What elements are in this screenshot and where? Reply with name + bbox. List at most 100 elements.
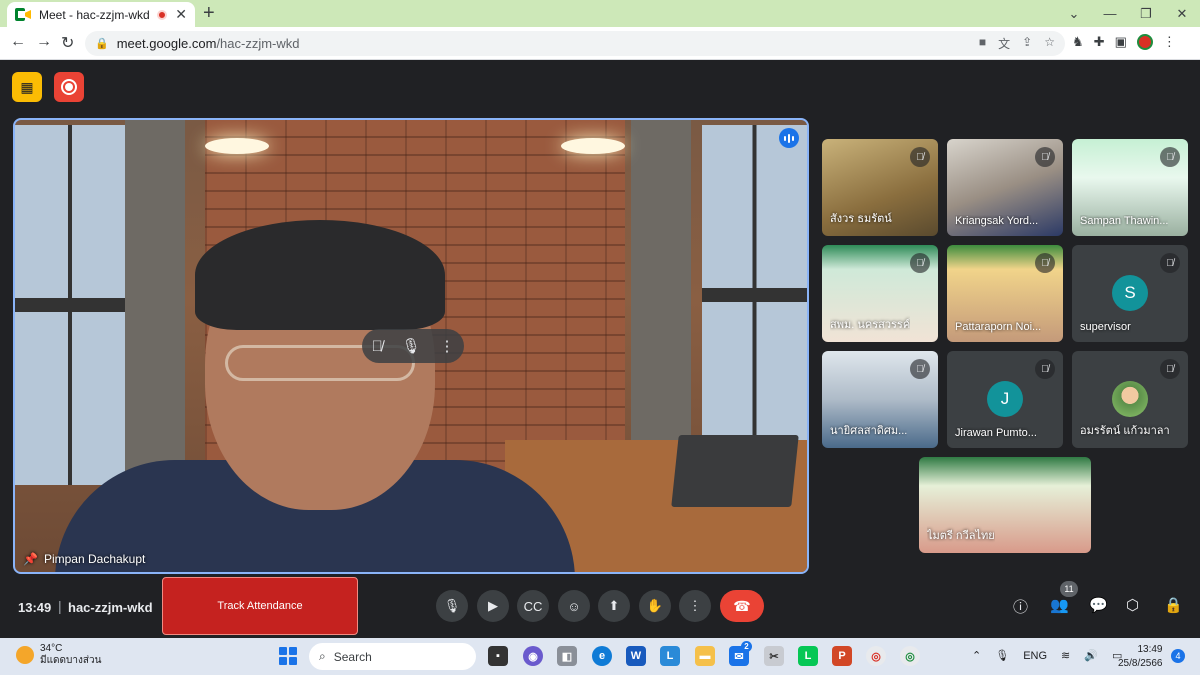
mic-icon[interactable]: 🎙 <box>402 337 421 355</box>
participant-tile[interactable]: 🎙̸ S supervisor <box>1072 245 1188 342</box>
people-icon[interactable]: 👥 <box>1050 596 1069 614</box>
taskbar-search[interactable]: ⌕ Search <box>309 643 476 670</box>
search-icon: ⌕ <box>319 649 326 663</box>
recording-indicator[interactable] <box>54 72 84 102</box>
translate-icon[interactable]: 文 <box>998 35 1010 52</box>
record-dot-icon <box>157 9 168 20</box>
snipping-icon[interactable]: ✂ <box>764 646 784 666</box>
line-icon[interactable]: L <box>798 646 818 666</box>
chrome-icon[interactable]: ◎ <box>866 646 886 666</box>
hand-icon: ✋ <box>646 598 664 613</box>
puzzle-icon[interactable]: ✚ <box>1094 34 1105 50</box>
windows-start-icon[interactable] <box>279 647 297 665</box>
more-icon[interactable]: ⋮ <box>440 337 455 355</box>
extension-icon[interactable]: ♞ <box>1072 34 1084 50</box>
tab-search-icon[interactable]: ⌄ <box>1056 6 1092 22</box>
word-icon[interactable]: W <box>626 646 646 666</box>
host-controls-icon[interactable]: 🔒 <box>1164 596 1183 614</box>
participant-tile[interactable]: 🎙̸ สพม. นครสวรรค์ <box>822 245 938 342</box>
weather-widget[interactable]: 34°C มีแดดบางส่วน <box>16 643 101 667</box>
participant-tile[interactable]: 🎙̸ Sampan Thawin... <box>1072 139 1188 236</box>
mic-off-icon[interactable]: 🎙̸ <box>371 338 382 355</box>
participant-tile[interactable]: 🎙̸ สังวร ธมรัตน์ <box>822 139 938 236</box>
participant-tile[interactable]: ไมตรี กวีลไทย <box>919 457 1091 553</box>
taskbar-clock[interactable]: 13:49 25/8/2566 <box>1118 643 1163 671</box>
task-view-icon[interactable]: ▪ <box>488 646 508 666</box>
meeting-controls-bar: 13:49 | hac-zzjm-wkd Track Attendance 🎙 … <box>0 574 1200 638</box>
plus-icon[interactable]: + <box>203 2 215 25</box>
weather-desc: มีแดดบางส่วน <box>40 655 102 666</box>
window-controls: ⌄ — ❐ ✕ <box>1056 0 1200 27</box>
recording-icon <box>61 79 77 95</box>
volume-icon[interactable]: 🔊 <box>1084 649 1098 662</box>
present-button[interactable]: ⬆ <box>598 590 630 622</box>
mic-off-icon: 🎙̸ <box>910 147 930 167</box>
window-close-icon[interactable]: ✕ <box>1164 6 1200 22</box>
chevron-up-icon[interactable]: ⌃ <box>972 649 981 662</box>
mic-off-icon: 🎙̸ <box>1035 359 1055 379</box>
pin-icon[interactable]: 📌 <box>23 552 38 566</box>
share-icon[interactable]: ⇪ <box>1022 35 1032 52</box>
main-speaker-name: 📌 Pimpan Dachakupt <box>23 552 146 566</box>
notification-badge[interactable]: 4 <box>1171 649 1185 663</box>
folder-icon[interactable]: ▬ <box>695 646 715 666</box>
video-lamp <box>205 138 269 154</box>
url-host: meet.google.com <box>116 36 217 51</box>
edge-icon[interactable]: e <box>592 646 612 666</box>
restore-icon[interactable]: ❐ <box>1128 6 1164 22</box>
mail-badge: 2 <box>741 641 752 652</box>
camera-off-indicator[interactable]: ▦ <box>12 72 42 102</box>
video-lamp <box>561 138 625 154</box>
star-icon[interactable]: ☆ <box>1044 35 1055 52</box>
url-path: /hac-zzjm-wkd <box>216 36 300 51</box>
camera-icon[interactable]: ■ <box>979 35 986 52</box>
more-icon[interactable]: ⋮ <box>1163 34 1176 50</box>
info-icon[interactable]: ⓘ <box>1013 596 1028 617</box>
participant-tile[interactable]: 🎙̸ Kriangsak Yord... <box>947 139 1063 236</box>
address-bar[interactable]: 🔒 meet.google.com/hac-zzjm-wkd ■ 文 ⇪ ☆ <box>85 31 1065 56</box>
tab-title: Meet - hac-zzjm-wkd <box>39 7 150 22</box>
tile-controls: 🎙̸ 🎙 ⋮ <box>362 329 464 363</box>
back-icon[interactable]: ← <box>10 33 26 51</box>
raise-hand-button[interactable]: ✋ <box>639 590 671 622</box>
app-icon[interactable]: ◧ <box>557 646 577 666</box>
captions-icon: CC <box>523 598 543 614</box>
emoji-button[interactable]: ☺ <box>558 590 590 622</box>
more-options-button[interactable]: ⋮ <box>679 590 711 622</box>
reload-icon[interactable]: ↻ <box>61 33 74 53</box>
chrome-profile-icon[interactable]: ◎ <box>900 646 920 666</box>
close-icon[interactable]: ✕ <box>175 6 187 23</box>
weather-icon <box>16 646 34 664</box>
captions-button[interactable]: CC <box>517 590 549 622</box>
activities-icon[interactable]: ⬡ <box>1126 596 1139 614</box>
lock-icon[interactable]: 🔒 <box>95 37 109 50</box>
sidepanel-icon[interactable]: ▣ <box>1115 34 1127 50</box>
participant-tile[interactable]: 🎙̸ นายิศลสาดิศม... <box>822 351 938 448</box>
meet-stage: ▦ 🎙̸ 🎙 ⋮ 📌 Pimpan Dachakupt 🎙̸ สังวร ธมร… <box>0 61 1200 638</box>
minimize-icon[interactable]: — <box>1092 6 1128 21</box>
end-call-button[interactable]: ☎ <box>720 590 764 622</box>
people-count-badge: 11 <box>1060 581 1078 597</box>
avatar: S <box>1112 275 1148 311</box>
participant-tile[interactable]: 🎙̸ J Jirawan Pumto... <box>947 351 1063 448</box>
forward-icon[interactable]: → <box>36 33 52 51</box>
wifi-icon[interactable]: ≋ <box>1061 649 1070 662</box>
track-attendance-button[interactable]: Track Attendance <box>162 577 358 635</box>
camera-button[interactable]: ▶ <box>477 590 509 622</box>
app-l-icon[interactable]: L <box>660 646 680 666</box>
main-speaker-tile[interactable]: 🎙̸ 🎙 ⋮ 📌 Pimpan Dachakupt <box>13 118 809 574</box>
profile-icon[interactable] <box>1136 34 1153 50</box>
powerpoint-icon[interactable]: P <box>832 646 852 666</box>
chat-icon[interactable]: 💬 <box>1089 596 1108 614</box>
browser-tabbar: Meet - hac-zzjm-wkd ✕ + ⌄ — ❐ ✕ <box>0 0 1200 27</box>
participant-tile[interactable]: 🎙̸ อมรรัตน์ แก้วมาลา <box>1072 351 1188 448</box>
mic-icon[interactable]: 🎙 <box>995 649 1009 662</box>
video-window-right <box>702 125 807 465</box>
language-indicator[interactable]: ENG <box>1023 650 1047 662</box>
chat-app-icon[interactable]: ◉ <box>523 646 543 666</box>
browser-tab-meet[interactable]: Meet - hac-zzjm-wkd ✕ <box>7 2 195 27</box>
participant-tile[interactable]: 🎙̸ Pattaraporn Noi... <box>947 245 1063 342</box>
meeting-clock: 13:49 <box>18 600 52 615</box>
avatar: J <box>987 381 1023 417</box>
mic-button[interactable]: 🎙 <box>436 590 468 622</box>
